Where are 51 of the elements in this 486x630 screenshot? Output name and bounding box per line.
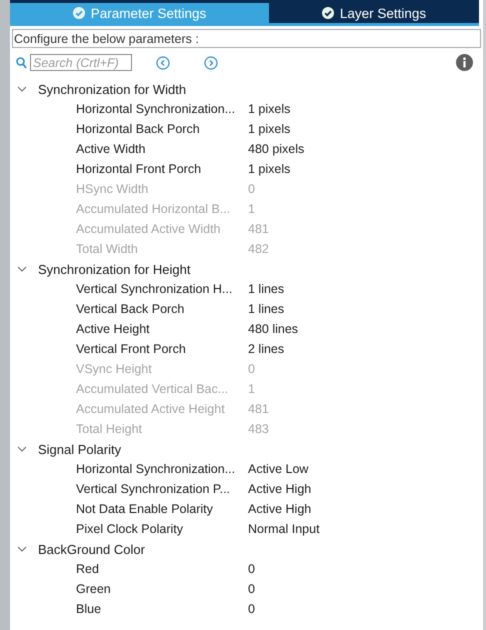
parameter-name: Not Data Enable Polarity bbox=[76, 502, 214, 516]
parameter-name: Accumulated Vertical Bac... bbox=[76, 382, 230, 396]
parameter-value[interactable]: 480 lines bbox=[248, 322, 298, 336]
parameter-value[interactable]: Active High bbox=[248, 502, 312, 516]
parameter-name: Horizontal Synchronization... bbox=[76, 462, 236, 476]
parameter-value[interactable]: 0 bbox=[248, 602, 255, 616]
parameter-name: Green bbox=[76, 582, 112, 596]
parameter-value[interactable]: Active High bbox=[248, 482, 312, 496]
parameter-value[interactable]: Active Low bbox=[248, 462, 308, 476]
parameter-name: Horizontal Back Porch bbox=[76, 122, 201, 136]
parameter-name: Active Height bbox=[76, 322, 151, 336]
parameter-name: Horizontal Synchronization... bbox=[76, 102, 236, 116]
parameter-name: Accumulated Active Width bbox=[76, 222, 222, 236]
group-title[interactable]: BackGround Color bbox=[38, 542, 145, 556]
group-title[interactable]: Signal Polarity bbox=[38, 442, 122, 456]
parameter-name: Red bbox=[76, 562, 100, 576]
group-title[interactable]: Synchronization for Width bbox=[38, 82, 186, 96]
check-circle-icon bbox=[72, 7, 85, 19]
check-circle-icon bbox=[322, 7, 334, 19]
parameter-name: Active Width bbox=[76, 142, 146, 156]
info-icon[interactable] bbox=[456, 54, 473, 71]
next-icon[interactable] bbox=[204, 56, 218, 70]
search-icon bbox=[16, 56, 27, 68]
parameter-value[interactable]: Normal Input bbox=[248, 522, 320, 536]
parameter-name: Total Height bbox=[76, 422, 144, 436]
parameter-name: Horizontal Front Porch bbox=[76, 162, 202, 176]
parameter-name: Accumulated Horizontal B... bbox=[76, 202, 232, 216]
parameter-name: HSync Width bbox=[76, 182, 150, 196]
group-title[interactable]: Synchronization for Height bbox=[38, 262, 190, 276]
parameter-name: Total Width bbox=[76, 242, 139, 256]
previous-icon[interactable] bbox=[156, 56, 170, 70]
parameter-name: Accumulated Active Height bbox=[76, 402, 226, 416]
parameter-value[interactable]: 0 bbox=[248, 582, 255, 596]
parameter-value[interactable]: 1 pixels bbox=[248, 122, 290, 136]
parameter-name: Vertical Front Porch bbox=[76, 342, 187, 356]
parameter-value[interactable]: 2 lines bbox=[248, 342, 284, 356]
tab[interactable]: Layer Settings bbox=[269, 3, 479, 23]
parameter-name: Vertical Synchronization H... bbox=[76, 282, 234, 296]
parameter-name: Vertical Back Porch bbox=[76, 302, 186, 316]
caption: Configure the below parameters : bbox=[12, 29, 481, 48]
parameter-name: VSync Height bbox=[76, 362, 153, 376]
parameter-value[interactable]: 480 pixels bbox=[248, 142, 304, 156]
parameter-value[interactable]: 1 pixels bbox=[248, 102, 290, 116]
parameter-name: Blue bbox=[76, 602, 102, 616]
parameter-value[interactable]: 1 lines bbox=[248, 282, 284, 296]
parameter-name: Vertical Synchronization P... bbox=[76, 482, 232, 496]
parameter-value[interactable]: 1 pixels bbox=[248, 162, 290, 176]
parameter-name: Pixel Clock Polarity bbox=[76, 522, 184, 536]
parameter-value[interactable]: 0 bbox=[248, 562, 255, 576]
parameter-value[interactable]: 1 lines bbox=[248, 302, 284, 316]
search-field[interactable]: Search (Crtl+F) bbox=[30, 54, 132, 71]
